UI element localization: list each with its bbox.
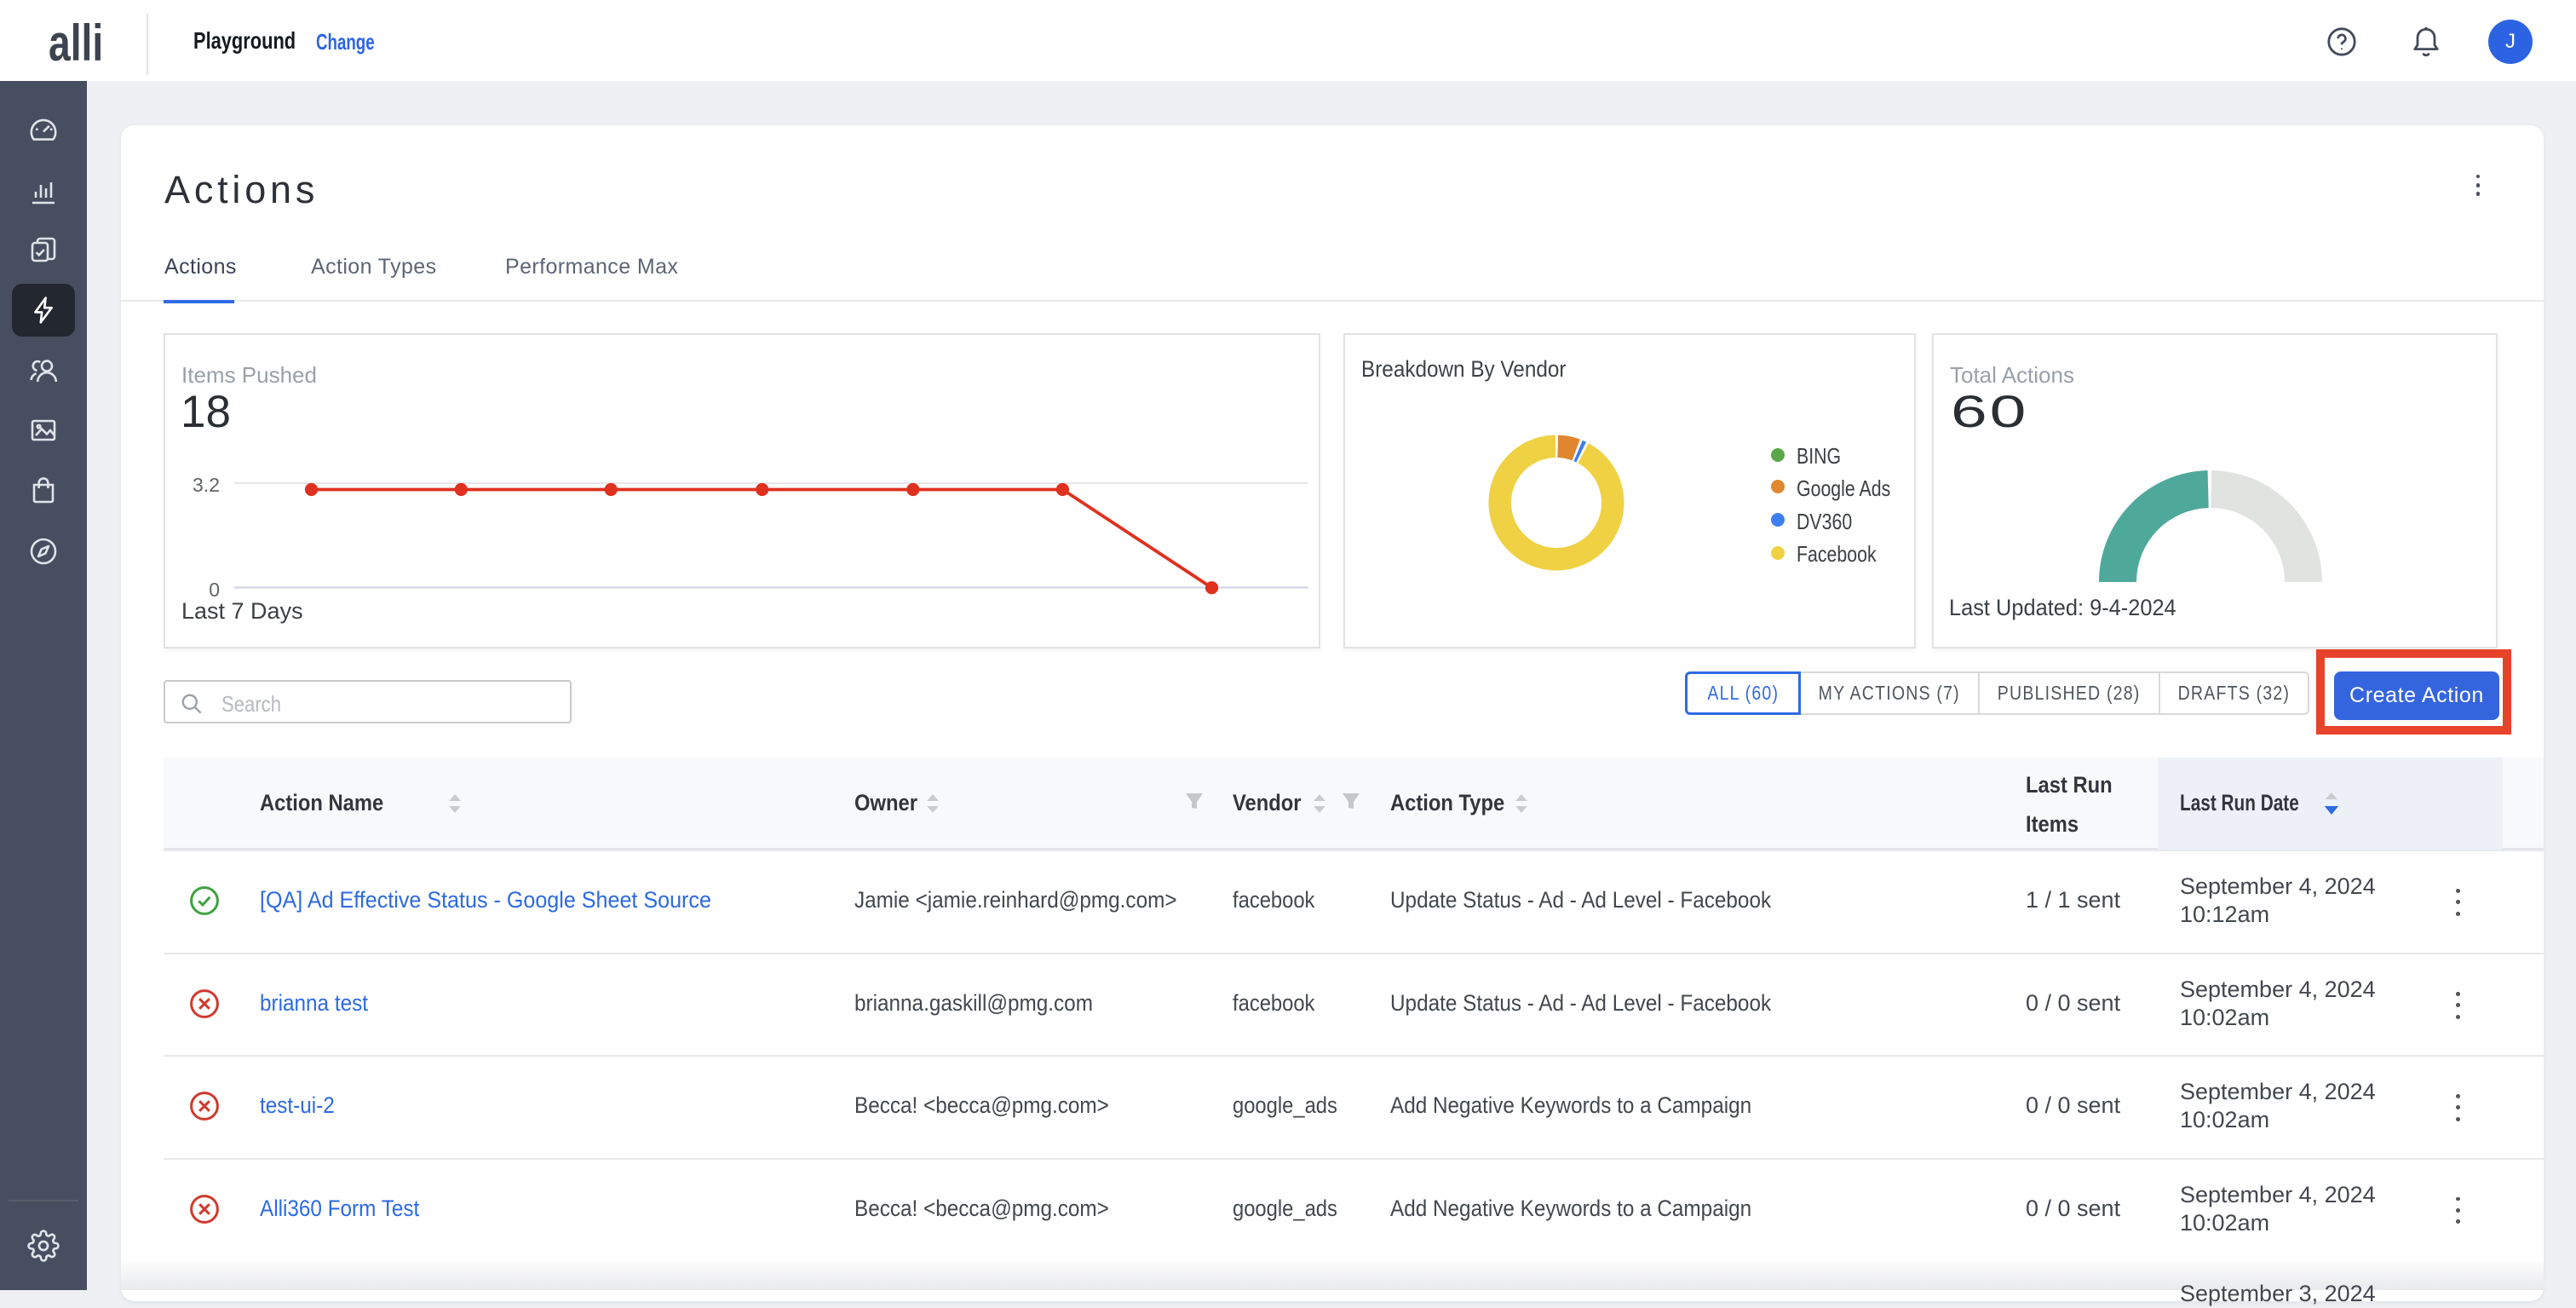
svg-text:3.2: 3.2 (193, 474, 220, 496)
